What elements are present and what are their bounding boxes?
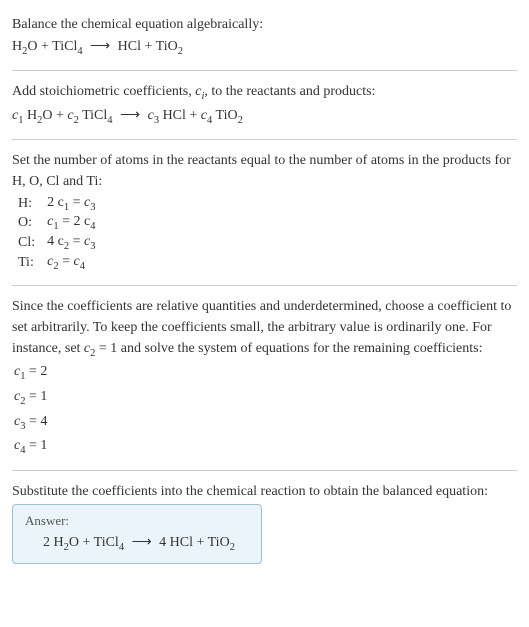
table-row: O: c1 = 2 c4 bbox=[16, 213, 101, 233]
choose-text: Since the coefficients are relative quan… bbox=[12, 296, 517, 362]
arrow-icon: ⟶ bbox=[86, 37, 114, 53]
equation-cell: 4 c2 = c3 bbox=[45, 233, 101, 253]
divider bbox=[12, 70, 517, 71]
unbalanced-equation: H2O + TiCl4 ⟶ HCl + TiO2 bbox=[12, 35, 517, 60]
reactant-ticl4: TiCl4 bbox=[52, 39, 82, 54]
arrow-icon: ⟶ bbox=[116, 106, 144, 122]
atoms-section: Set the number of atoms in the reactants… bbox=[12, 144, 517, 281]
answer-section: Substitute the coefficients into the che… bbox=[12, 475, 517, 570]
equation-cell: c1 = 2 c4 bbox=[45, 213, 101, 233]
answer-label: Answer: bbox=[25, 513, 249, 529]
list-item: c3 = 4 bbox=[14, 411, 517, 436]
element-label: H: bbox=[16, 194, 45, 214]
product-hcl: HCl bbox=[118, 39, 141, 54]
coefficient-results: c1 = 2 c2 = 1 c3 = 4 c4 = 1 bbox=[14, 361, 517, 459]
stoich-text: Add stoichiometric coefficients, ci, to … bbox=[12, 81, 517, 105]
balanced-equation: 2 H2O + TiCl4 ⟶ 4 HCl + TiO2 bbox=[25, 533, 249, 553]
equation-cell: c2 = c4 bbox=[45, 253, 101, 273]
list-item: c1 = 2 bbox=[14, 361, 517, 386]
atom-equations-table: H: 2 c1 = c3 O: c1 = 2 c4 Cl: 4 c2 = c3 … bbox=[16, 194, 101, 273]
stoich-section: Add stoichiometric coefficients, ci, to … bbox=[12, 75, 517, 135]
reactant-h2o: H2O bbox=[12, 39, 38, 54]
atoms-text: Set the number of atoms in the reactants… bbox=[12, 150, 517, 192]
table-row: H: 2 c1 = c3 bbox=[16, 194, 101, 214]
divider bbox=[12, 139, 517, 140]
choose-section: Since the coefficients are relative quan… bbox=[12, 290, 517, 466]
intro-title: Balance the chemical equation algebraica… bbox=[12, 14, 517, 35]
list-item: c2 = 1 bbox=[14, 386, 517, 411]
substitute-text: Substitute the coefficients into the che… bbox=[12, 481, 517, 502]
element-label: O: bbox=[16, 213, 45, 233]
element-label: Cl: bbox=[16, 233, 45, 253]
arrow-icon: ⟶ bbox=[128, 533, 156, 549]
divider bbox=[12, 285, 517, 286]
equation-cell: 2 c1 = c3 bbox=[45, 194, 101, 214]
list-item: c4 = 1 bbox=[14, 435, 517, 460]
element-label: Ti: bbox=[16, 253, 45, 273]
product-tio2: TiO2 bbox=[156, 39, 183, 54]
intro-section: Balance the chemical equation algebraica… bbox=[12, 8, 517, 66]
stoich-equation: c1 H2O + c2 TiCl4 ⟶ c3 HCl + c4 TiO2 bbox=[12, 104, 517, 129]
divider bbox=[12, 470, 517, 471]
answer-box: Answer: 2 H2O + TiCl4 ⟶ 4 HCl + TiO2 bbox=[12, 504, 262, 564]
table-row: Cl: 4 c2 = c3 bbox=[16, 233, 101, 253]
table-row: Ti: c2 = c4 bbox=[16, 253, 101, 273]
